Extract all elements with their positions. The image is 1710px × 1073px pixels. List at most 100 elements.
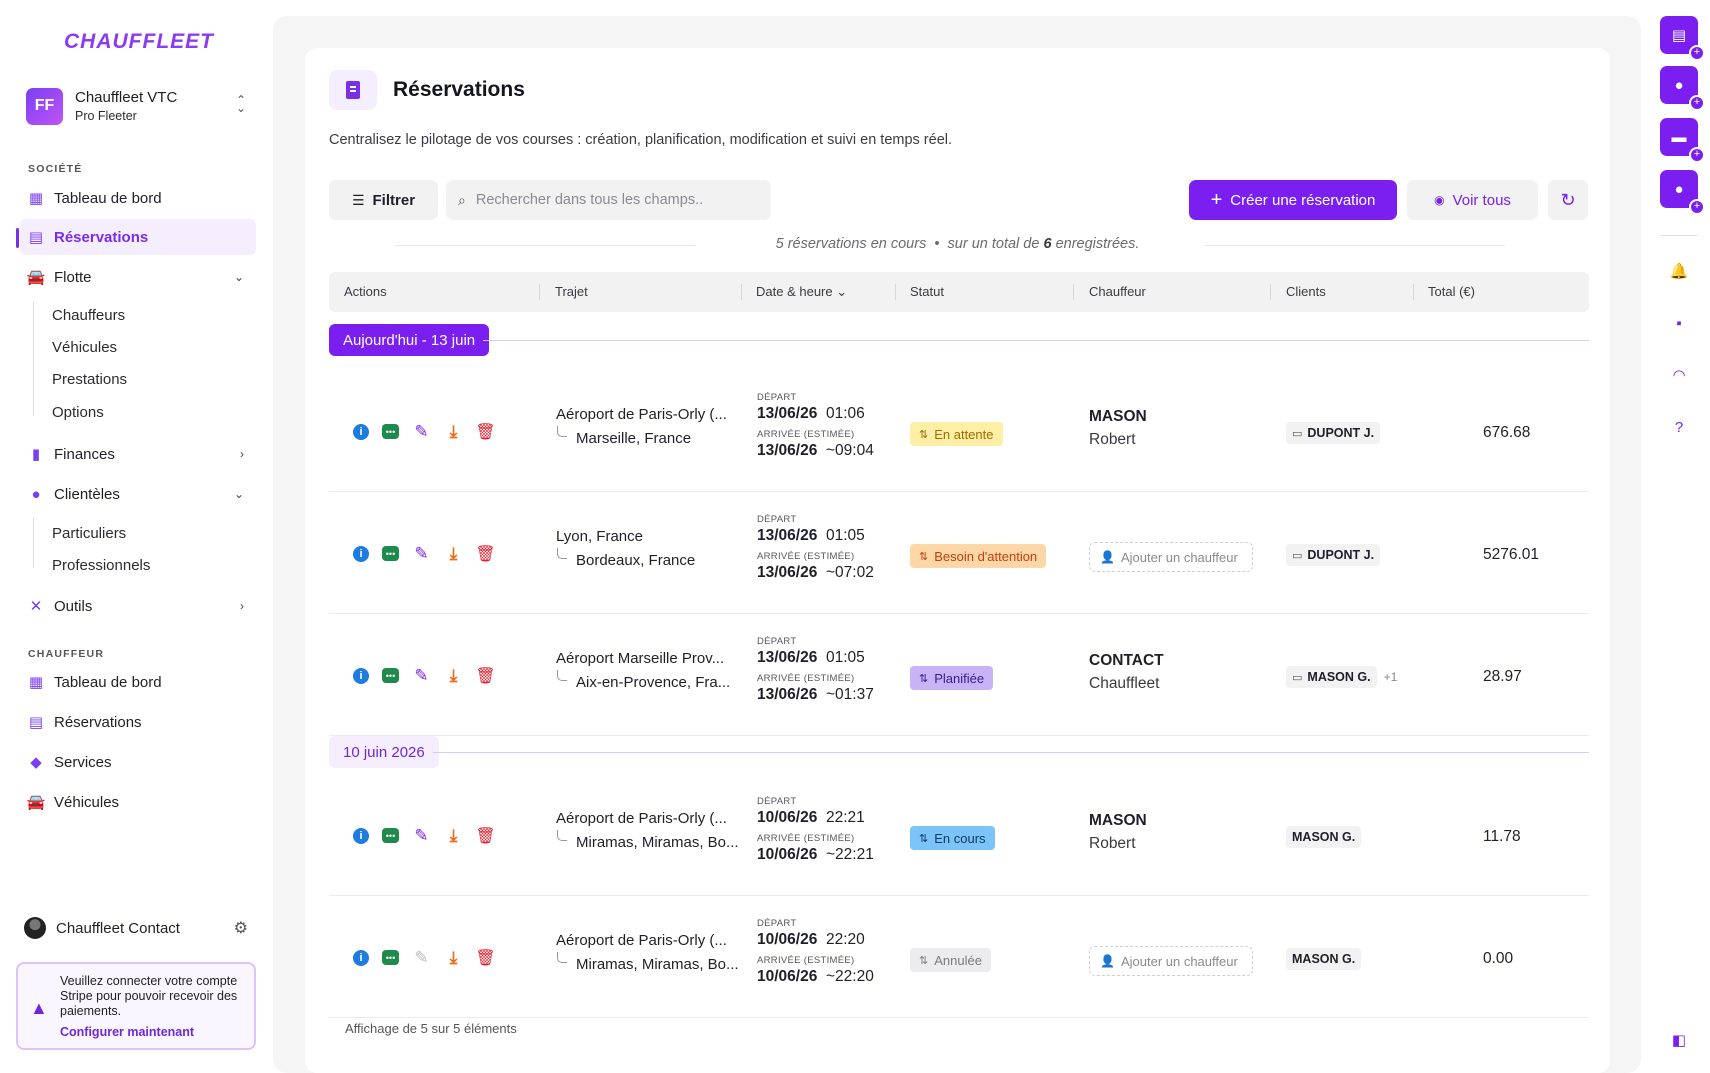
download-icon[interactable]: ⤓ — [444, 422, 463, 441]
info-icon[interactable]: i — [353, 950, 369, 966]
info-icon[interactable]: i — [353, 546, 369, 562]
chevron-updown-icon[interactable]: ⌃ ⌄ — [236, 94, 246, 114]
client-tag[interactable]: ▭ DUPONT J. — [1286, 422, 1381, 444]
sidebar-item-driver-reservations[interactable]: ▤ Réservations — [20, 704, 256, 740]
edit-icon[interactable]: ✎ — [412, 666, 431, 685]
route-to: Miramas, Miramas, Bo... — [557, 830, 746, 851]
view-all-button[interactable]: ◉ Voir tous — [1407, 180, 1538, 220]
table-row[interactable]: i ••• ✎ ⤓ 🗑 Aéroport de Paris-Orly (... … — [329, 370, 1589, 492]
sidebar-subitem-individuals[interactable]: Particuliers — [52, 525, 126, 542]
status-badge[interactable]: ⇅ Annulée — [910, 948, 991, 972]
edit-icon[interactable]: ✎ — [412, 948, 431, 967]
dashboard-icon: ▦ — [28, 674, 44, 691]
message-icon[interactable]: ••• — [382, 546, 399, 561]
dashboard-icon: ▦ — [28, 190, 44, 207]
departure-value: 13/06/26 01:05 — [757, 649, 865, 666]
download-icon[interactable]: ⤓ — [444, 826, 463, 845]
sidebar-item-driver-services[interactable]: ◆ Services — [20, 744, 256, 780]
edit-icon[interactable]: ✎ — [412, 544, 431, 563]
sidebar-item-finances[interactable]: ▮ Finances › — [20, 436, 256, 472]
headset-icon[interactable]: ◠ — [1669, 365, 1689, 385]
sidebar-item-driver-vehicles[interactable]: 🚘 Véhicules — [20, 784, 256, 820]
status-badge[interactable]: ⇅ Besoin d'attention — [910, 544, 1047, 568]
filter-button[interactable]: ☰ Filtrer — [329, 180, 438, 220]
quick-add-reservation-button[interactable]: ▤ + — [1660, 16, 1705, 61]
message-icon[interactable]: ••• — [382, 950, 399, 965]
download-icon[interactable]: ⤓ — [444, 544, 463, 563]
status-badge[interactable]: ⇅ Planifiée — [910, 666, 994, 690]
message-icon[interactable]: ••• — [382, 828, 399, 843]
create-reservation-button[interactable]: + Créer une réservation — [1189, 180, 1397, 220]
table-row[interactable]: i ••• ✎ ⤓ 🗑 Lyon, France Bordeaux, Franc… — [329, 492, 1589, 614]
table-row[interactable]: i ••• ✎ ⤓ 🗑 Aéroport de Paris-Orly (... … — [329, 774, 1589, 896]
departure-value: 10/06/26 22:21 — [757, 809, 865, 826]
quick-actions-rail: ▤ + ● + ▬ + ● + 🔔 ▪ ◠ ? ◧ — [1650, 0, 1710, 1073]
column-header-datetime[interactable]: Date & heure ⌄ — [756, 284, 847, 300]
client-tag[interactable]: ▭ MASON G. — [1286, 666, 1377, 688]
trash-icon[interactable]: 🗑 — [475, 948, 495, 967]
sidebar-item-driver-dashboard[interactable]: ▦ Tableau de bord — [20, 664, 256, 700]
sidebar-item-fleet[interactable]: 🚘 Flotte ⌄ — [20, 259, 256, 295]
sidebar-item-dashboard[interactable]: ▦ Tableau de bord — [20, 180, 256, 216]
edit-icon[interactable]: ✎ — [412, 422, 431, 441]
chat-icon[interactable]: ▪ — [1669, 313, 1689, 333]
sidebar-subitem-services[interactable]: Prestations — [52, 371, 127, 388]
download-icon[interactable]: ⤓ — [444, 666, 463, 685]
sidebar-item-clients[interactable]: ● Clientèles ⌄ — [20, 476, 256, 512]
search-input[interactable]: ⌕ Rechercher dans tous les champs.. — [446, 180, 771, 220]
quick-add-driver-button[interactable]: ● + — [1660, 170, 1705, 215]
sidebar-subitem-professionals[interactable]: Professionnels — [52, 557, 150, 574]
quick-add-client-button[interactable]: ● + — [1660, 66, 1705, 111]
car-icon: 🚘 — [26, 269, 46, 286]
warning-icon: ▲ — [30, 998, 48, 1018]
trash-icon[interactable]: 🗑 — [475, 422, 495, 441]
app-logo[interactable]: CHAUFFLEET — [64, 30, 214, 54]
sidebar-item-label: Clientèles — [54, 485, 120, 503]
sidebar-item-label: Réservations — [54, 713, 142, 731]
client-tag[interactable]: MASON G. — [1286, 948, 1362, 970]
group-divider — [483, 340, 1589, 341]
status-badge[interactable]: ⇅ En cours — [910, 826, 995, 850]
trash-icon[interactable]: 🗑 — [475, 666, 495, 685]
sidebar-item-tools[interactable]: ✕ Outils › — [20, 588, 256, 624]
sidebar-subitem-options[interactable]: Options — [52, 404, 104, 421]
sidebar-subitem-vehicles[interactable]: Véhicules — [52, 339, 117, 356]
info-icon[interactable]: i — [353, 828, 369, 844]
bell-icon[interactable]: 🔔 — [1669, 261, 1689, 281]
download-icon[interactable]: ⤓ — [444, 948, 463, 967]
edit-icon[interactable]: ✎ — [412, 826, 431, 845]
column-separator — [1270, 284, 1271, 300]
user-profile[interactable]: Chauffleet Contact ⚙ — [24, 915, 256, 941]
info-icon[interactable]: i — [353, 668, 369, 684]
add-driver-button[interactable]: 👤 Ajouter un chauffeur — [1089, 542, 1253, 572]
section-label-driver: CHAUFFEUR — [28, 648, 105, 660]
table-row[interactable]: i ••• ✎ ⤓ 🗑 Aéroport Marseille Prov... A… — [329, 614, 1589, 736]
plus-icon: + — [1210, 188, 1223, 211]
driver-cell: CONTACT Chauffleet — [1089, 652, 1164, 693]
departure-label: DÉPART — [757, 918, 797, 929]
document-icon: ▤ — [28, 229, 44, 246]
view-all-label: Voir tous — [1452, 191, 1511, 209]
add-driver-button[interactable]: 👤 Ajouter un chauffeur — [1089, 946, 1253, 976]
help-icon[interactable]: ? — [1669, 417, 1689, 437]
user-icon: ● — [31, 485, 41, 503]
quick-add-vehicle-button[interactable]: ▬ + — [1660, 118, 1705, 163]
trash-icon[interactable]: 🗑 — [475, 544, 495, 563]
client-tag[interactable]: MASON G. — [1286, 826, 1362, 848]
summary-separator: • — [934, 236, 940, 252]
sidebar-subitem-drivers[interactable]: Chauffeurs — [52, 307, 125, 324]
sidebar-item-label: Outils — [54, 597, 93, 615]
collapse-panel-icon[interactable]: ◧ — [1669, 1030, 1689, 1050]
refresh-button[interactable]: ↻ — [1548, 180, 1588, 220]
gear-icon[interactable]: ⚙ — [234, 918, 248, 938]
message-icon[interactable]: ••• — [382, 668, 399, 683]
status-badge[interactable]: ⇅ En attente — [910, 422, 1003, 446]
trash-icon[interactable]: 🗑 — [475, 826, 495, 845]
company-switcher[interactable]: FF Chauffleet VTC Pro Fleeter ⌃ ⌄ — [26, 86, 256, 126]
message-icon[interactable]: ••• — [382, 424, 399, 439]
table-row[interactable]: i ••• ✎ ⤓ 🗑 Aéroport de Paris-Orly (... … — [329, 896, 1589, 1018]
stripe-configure-link[interactable]: Configurer maintenant — [60, 1025, 194, 1039]
sidebar-item-reservations[interactable]: ▤ Réservations — [20, 219, 256, 255]
info-icon[interactable]: i — [353, 424, 369, 440]
client-tag[interactable]: ▭ DUPONT J. — [1286, 544, 1381, 566]
